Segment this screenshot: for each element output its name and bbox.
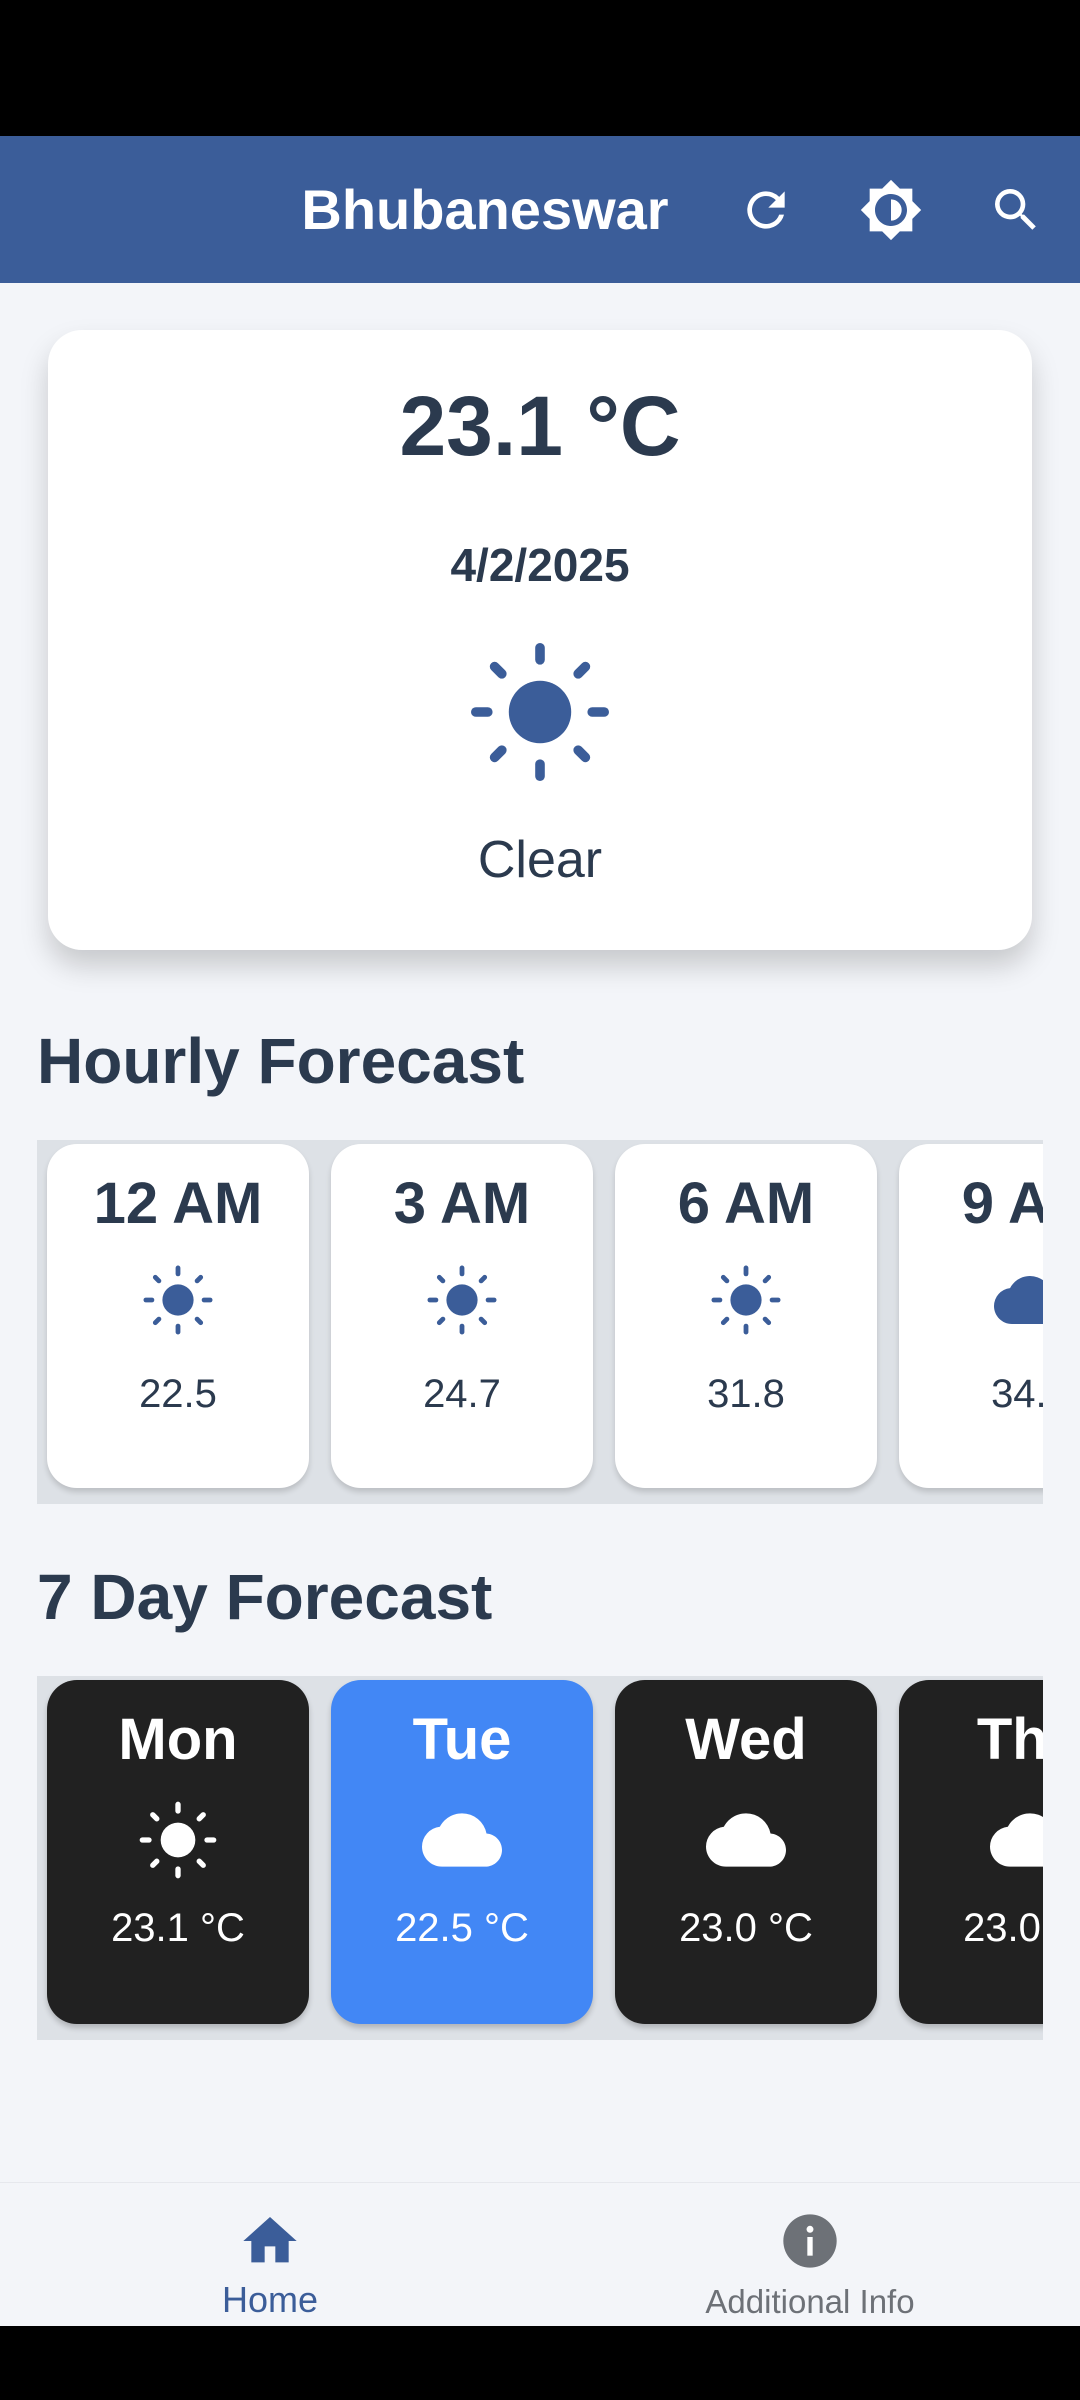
sun-icon [138, 1800, 218, 1880]
sun-icon [426, 1264, 498, 1336]
nav-home-label: Home [221, 2279, 319, 2320]
hourly-time: 9 AM [961, 1171, 1043, 1236]
city-title: Bhubaneswar [301, 178, 669, 241]
current-date: 4/2/2025 [450, 539, 630, 591]
hourly-temperature: 22.5 [139, 1372, 217, 1416]
hourly-time: 6 AM [677, 1171, 815, 1236]
cloud-icon [994, 1264, 1043, 1336]
hourly-card[interactable]: 12 AM 22.5 [47, 1144, 309, 1488]
daily-day: Thu [976, 1707, 1043, 1772]
hourly-time: 3 AM [393, 1171, 531, 1236]
hourly-card[interactable]: 9 AM 34.1 [899, 1144, 1043, 1488]
daily-card[interactable]: Wed 23.0 °C [615, 1680, 877, 2024]
top-app-bar: Bhubaneswar [0, 136, 1080, 283]
hourly-time: 12 AM [93, 1171, 263, 1236]
refresh-icon[interactable] [728, 172, 804, 248]
home-icon [238, 2209, 302, 2273]
hourly-card[interactable]: 3 AM 24.7 [331, 1144, 593, 1488]
hourly-forecast-title: Hourly Forecast [37, 1025, 525, 1097]
hourly-temperature: 34.1 [991, 1372, 1043, 1416]
current-weather-card: 23.1 °C 4/2/2025 Clear [48, 330, 1032, 950]
daily-card-selected[interactable]: Tue 22.5 °C [331, 1680, 593, 2024]
info-icon [778, 2209, 842, 2273]
cloud-icon [422, 1800, 502, 1880]
search-icon[interactable] [978, 172, 1054, 248]
nav-home[interactable]: Home [0, 2183, 540, 2326]
nav-additional-info[interactable]: Additional Info [540, 2183, 1080, 2326]
current-condition: Clear [477, 831, 603, 889]
sun-icon [710, 1264, 782, 1336]
system-navigation-bar [0, 2326, 1080, 2400]
daily-day: Tue [412, 1707, 512, 1772]
cloud-icon [990, 1800, 1043, 1880]
status-bar [0, 0, 1080, 136]
hourly-forecast-list[interactable]: 12 AM 22.5 3 AM 24.7 6 AM 31.8 9 AM [37, 1140, 1043, 1504]
daily-forecast-list[interactable]: Mon 23.1 °C Tue 22.5 °C Wed 23.0 °C Thu [37, 1676, 1043, 2040]
daily-day: Wed [685, 1707, 807, 1772]
daily-forecast-title: 7 Day Forecast [37, 1561, 493, 1633]
daily-day: Mon [118, 1707, 238, 1772]
daily-card[interactable]: Thu 23.0 °C [899, 1680, 1043, 2024]
daily-temperature: 22.5 °C [395, 1906, 529, 1950]
hourly-temperature: 31.8 [707, 1372, 785, 1416]
daily-temperature: 23.0 °C [963, 1906, 1043, 1950]
hourly-temperature: 24.7 [423, 1372, 501, 1416]
weather-app: Bhubaneswar 23.1 °C 4/2/2025 Clear Hourl… [0, 136, 1080, 2326]
bottom-navigation: Home Additional Info [0, 2182, 1080, 2326]
current-temperature: 23.1 °C [399, 379, 681, 473]
sun-icon [468, 640, 612, 784]
sun-icon [142, 1264, 214, 1336]
daily-temperature: 23.0 °C [679, 1906, 813, 1950]
hourly-card[interactable]: 6 AM 31.8 [615, 1144, 877, 1488]
daily-card[interactable]: Mon 23.1 °C [47, 1680, 309, 2024]
daily-temperature: 23.1 °C [111, 1906, 245, 1950]
cloud-icon [706, 1800, 786, 1880]
brightness-icon[interactable] [853, 172, 929, 248]
nav-additional-info-label: Additional Info [705, 2283, 915, 2320]
